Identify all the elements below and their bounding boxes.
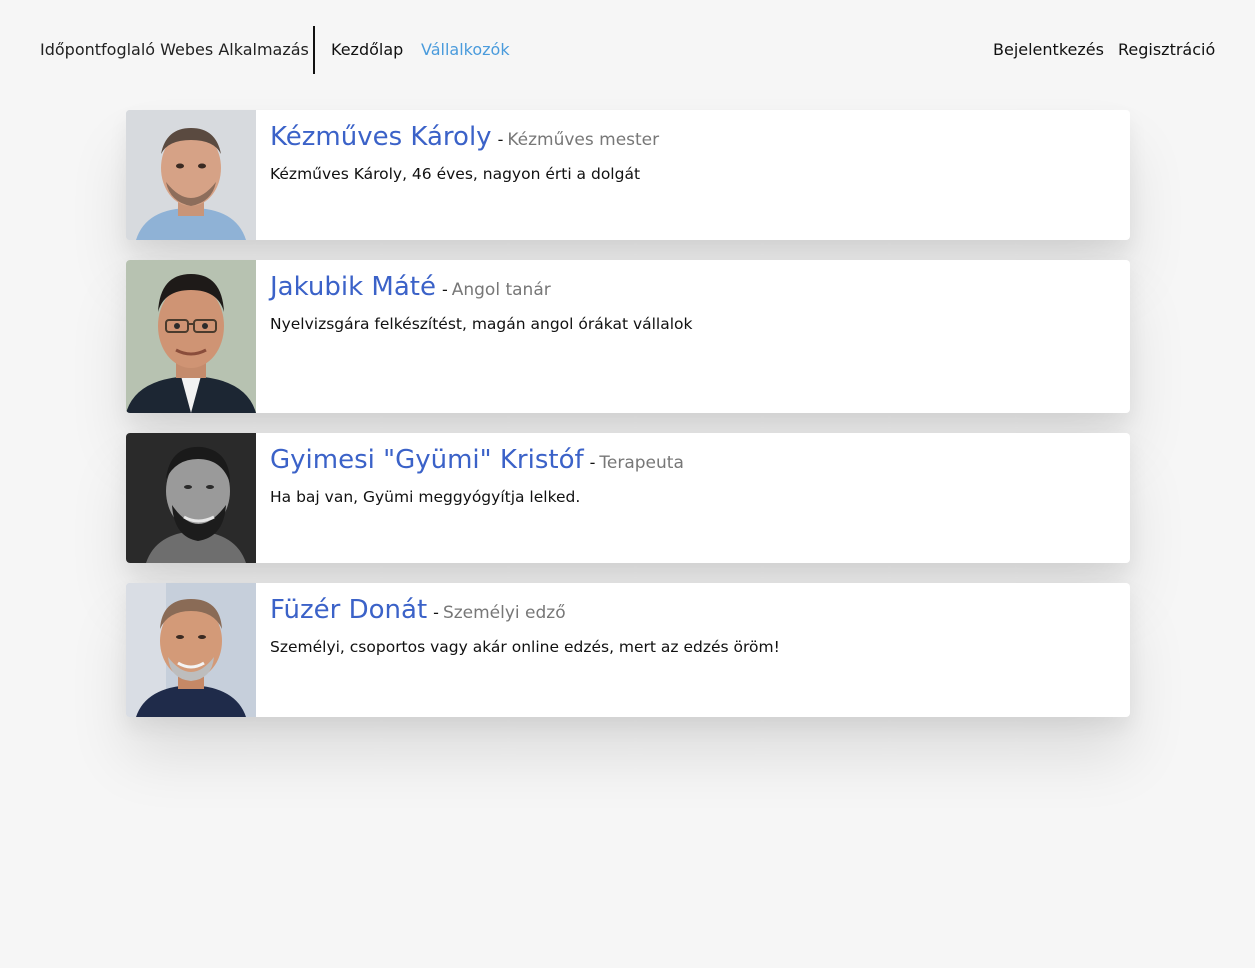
provider-info: Kézműves Károly - Kézműves mester Kézműves… <box>256 110 1130 240</box>
provider-title: Gyimesi "Gyümi" Kristóf - Terapeuta <box>270 443 1116 480</box>
title-separator: - <box>433 603 439 622</box>
provider-description: Személyi, csoportos vagy akár online edz… <box>270 638 780 656</box>
provider-card[interactable]: Jakubik Máté - Angol tanár Nyelvizsgára fe… <box>126 260 1130 413</box>
provider-role: Angol tanár <box>451 280 551 300</box>
portrait-image <box>126 433 256 563</box>
provider-role: Terapeuta <box>599 453 684 473</box>
provider-info: Füzér Donát - Személyi edző Személyi, csop… <box>256 583 1130 717</box>
login-link[interactable]: Bejelentkezés <box>993 40 1104 60</box>
provider-title: Füzér Donát - Személyi edző <box>270 593 1116 630</box>
nav-home-link[interactable]: Kezdőlap <box>331 40 403 60</box>
provider-description: Kézműves Károly, 46 éves, nagyon érti a … <box>270 165 641 183</box>
provider-avatar <box>126 110 256 240</box>
portrait-image <box>126 583 256 717</box>
provider-card[interactable]: Kézműves Károly - Kézműves mester Kézműves… <box>126 110 1130 240</box>
provider-title: Kézműves Károly - Kézműves mester <box>270 120 1116 157</box>
portrait-image <box>126 260 256 413</box>
provider-card[interactable]: Gyimesi "Gyümi" Kristóf - Terapeuta Ha baj… <box>126 433 1130 563</box>
provider-role: Személyi edző <box>442 603 566 623</box>
provider-title: Jakubik Máté - Angol tanár <box>270 270 1116 307</box>
provider-name[interactable]: Jakubik Máté <box>270 272 436 302</box>
provider-description: Ha baj van, Gyümi meggyógyítja lelked. <box>270 488 581 506</box>
provider-name[interactable]: Füzér Donát <box>270 595 427 625</box>
provider-card[interactable]: Füzér Donát - Személyi edző Személyi, csop… <box>126 583 1130 717</box>
app-brand[interactable]: Időpontfoglaló Webes Alkalmazás <box>40 40 309 60</box>
provider-info: Jakubik Máté - Angol tanár Nyelvizsgára fe… <box>256 260 1130 413</box>
provider-list: Kézműves Károly - Kézműves mester Kézműves… <box>126 110 1130 737</box>
title-separator: - <box>441 280 448 299</box>
title-separator: - <box>497 130 504 149</box>
provider-avatar <box>126 583 256 717</box>
title-separator: - <box>589 453 596 472</box>
register-link[interactable]: Regisztráció <box>1118 40 1215 60</box>
provider-description: Nyelvizsgára felkészítést, magán angol ó… <box>270 315 693 333</box>
provider-name[interactable]: Kézműves Károly <box>270 122 492 152</box>
provider-avatar <box>126 433 256 563</box>
nav-providers-link[interactable]: Vállalkozók <box>421 40 510 60</box>
provider-role: Kézműves mester <box>507 130 660 150</box>
top-navbar: Időpontfoglaló Webes Alkalmazás Kezdőlap… <box>0 0 1255 100</box>
provider-avatar <box>126 260 256 413</box>
provider-info: Gyimesi "Gyümi" Kristóf - Terapeuta Ha baj… <box>256 433 1130 563</box>
portrait-image <box>126 110 256 240</box>
nav-divider <box>313 26 315 74</box>
provider-name[interactable]: Gyimesi "Gyümi" Kristóf <box>270 445 584 475</box>
